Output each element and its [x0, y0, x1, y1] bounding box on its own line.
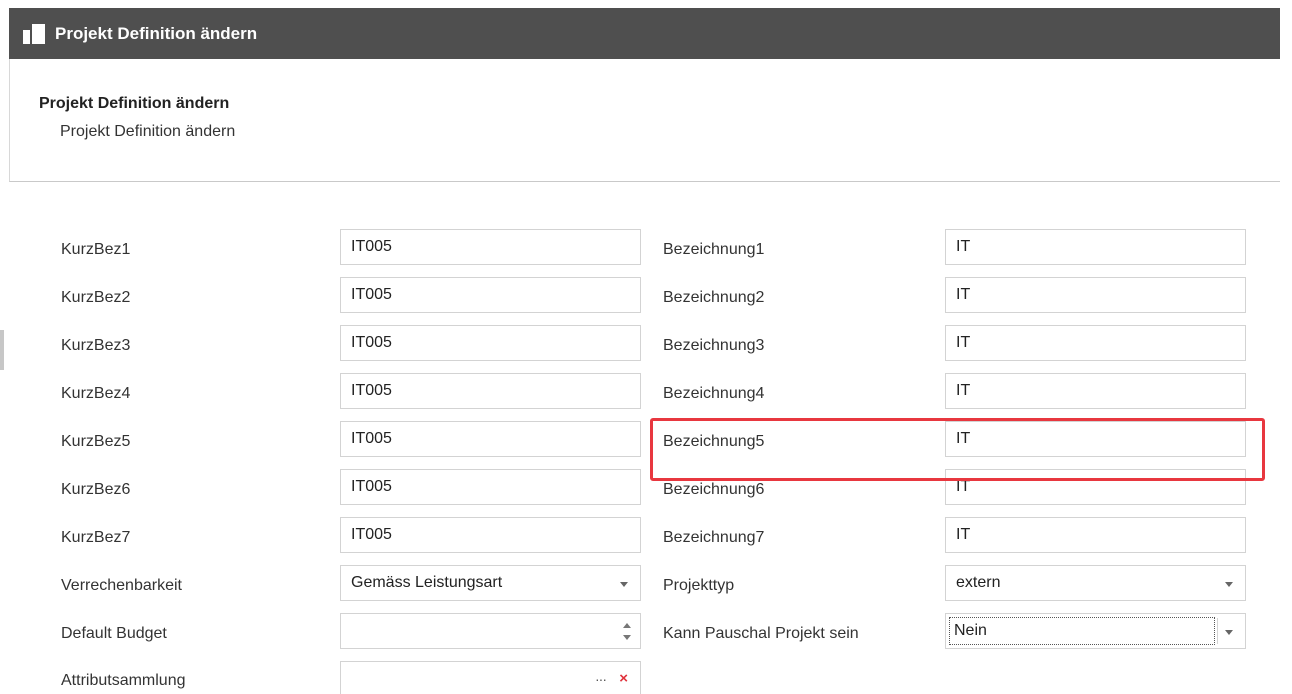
label-bezeichnung6: Bezeichnung6: [663, 481, 765, 498]
chevron-down-icon[interactable]: [1225, 582, 1233, 587]
header-panel: Projekt Definition ändern Projekt Defini…: [9, 59, 1280, 182]
kurzbez1-input[interactable]: IT005: [340, 229, 641, 265]
label-kurzbez6: KurzBez6: [61, 481, 131, 498]
bezeichnung4-input[interactable]: IT: [945, 373, 1246, 409]
label-kurzbez7: KurzBez7: [61, 529, 131, 546]
label-kurzbez5: KurzBez5: [61, 433, 131, 450]
kurzbez7-input[interactable]: IT005: [340, 517, 641, 553]
default-budget-spinner[interactable]: [340, 613, 641, 649]
header-title: Projekt Definition ändern: [39, 95, 230, 112]
bezeichnung2-input[interactable]: IT: [945, 277, 1246, 313]
label-default-budget: Default Budget: [61, 625, 167, 642]
projekttyp-value: extern: [956, 574, 1001, 591]
attributsammlung-input[interactable]: ··· ×: [340, 661, 641, 694]
pauschal-select[interactable]: Nein: [945, 613, 1246, 649]
header-subtitle: Projekt Definition ändern: [60, 123, 236, 140]
verrechenbarkeit-value: Gemäss Leistungsart: [351, 574, 503, 591]
label-kurzbez4: KurzBez4: [61, 385, 131, 402]
spin-up-icon[interactable]: [623, 623, 631, 628]
label-kurzbez2: KurzBez2: [61, 289, 131, 306]
window-title: Projekt Definition ändern: [55, 23, 258, 43]
bezeichnung1-input[interactable]: IT: [945, 229, 1246, 265]
label-bezeichnung3: Bezeichnung3: [663, 337, 765, 354]
label-projekttyp: Projekttyp: [663, 577, 735, 594]
label-verrechenbarkeit: Verrechenbarkeit: [61, 577, 182, 594]
spin-down-icon[interactable]: [623, 635, 631, 640]
label-attributsammlung: Attributsammlung: [61, 672, 186, 689]
kurzbez3-input[interactable]: IT005: [340, 325, 641, 361]
verrechenbarkeit-select[interactable]: Gemäss Leistungsart: [340, 565, 641, 601]
label-bezeichnung1: Bezeichnung1: [663, 241, 765, 258]
ellipsis-icon[interactable]: ···: [595, 662, 607, 694]
kurzbez2-input[interactable]: IT005: [340, 277, 641, 313]
kurzbez4-input[interactable]: IT005: [340, 373, 641, 409]
label-bezeichnung4: Bezeichnung4: [663, 385, 765, 402]
app-icon: [23, 23, 45, 44]
bezeichnung7-input[interactable]: IT: [945, 517, 1246, 553]
projekttyp-select[interactable]: extern: [945, 565, 1246, 601]
window-edge-mark: [0, 330, 4, 370]
chevron-down-icon[interactable]: [1225, 630, 1233, 635]
pauschal-value: Nein: [949, 617, 1215, 645]
dropdown-separator: [1217, 618, 1218, 644]
dialog-window: Projekt Definition ändern Projekt Defini…: [9, 8, 1280, 694]
title-bar: Projekt Definition ändern: [9, 8, 1280, 59]
label-kurzbez1: KurzBez1: [61, 241, 131, 258]
highlight-box: [650, 418, 1265, 481]
chevron-down-icon[interactable]: [620, 582, 628, 587]
label-bezeichnung2: Bezeichnung2: [663, 289, 765, 306]
label-pauschal: Kann Pauschal Projekt sein: [663, 625, 859, 642]
kurzbez6-input[interactable]: IT005: [340, 469, 641, 505]
clear-icon[interactable]: ×: [619, 662, 628, 694]
bezeichnung3-input[interactable]: IT: [945, 325, 1246, 361]
label-bezeichnung7: Bezeichnung7: [663, 529, 765, 546]
label-kurzbez3: KurzBez3: [61, 337, 131, 354]
kurzbez5-input[interactable]: IT005: [340, 421, 641, 457]
